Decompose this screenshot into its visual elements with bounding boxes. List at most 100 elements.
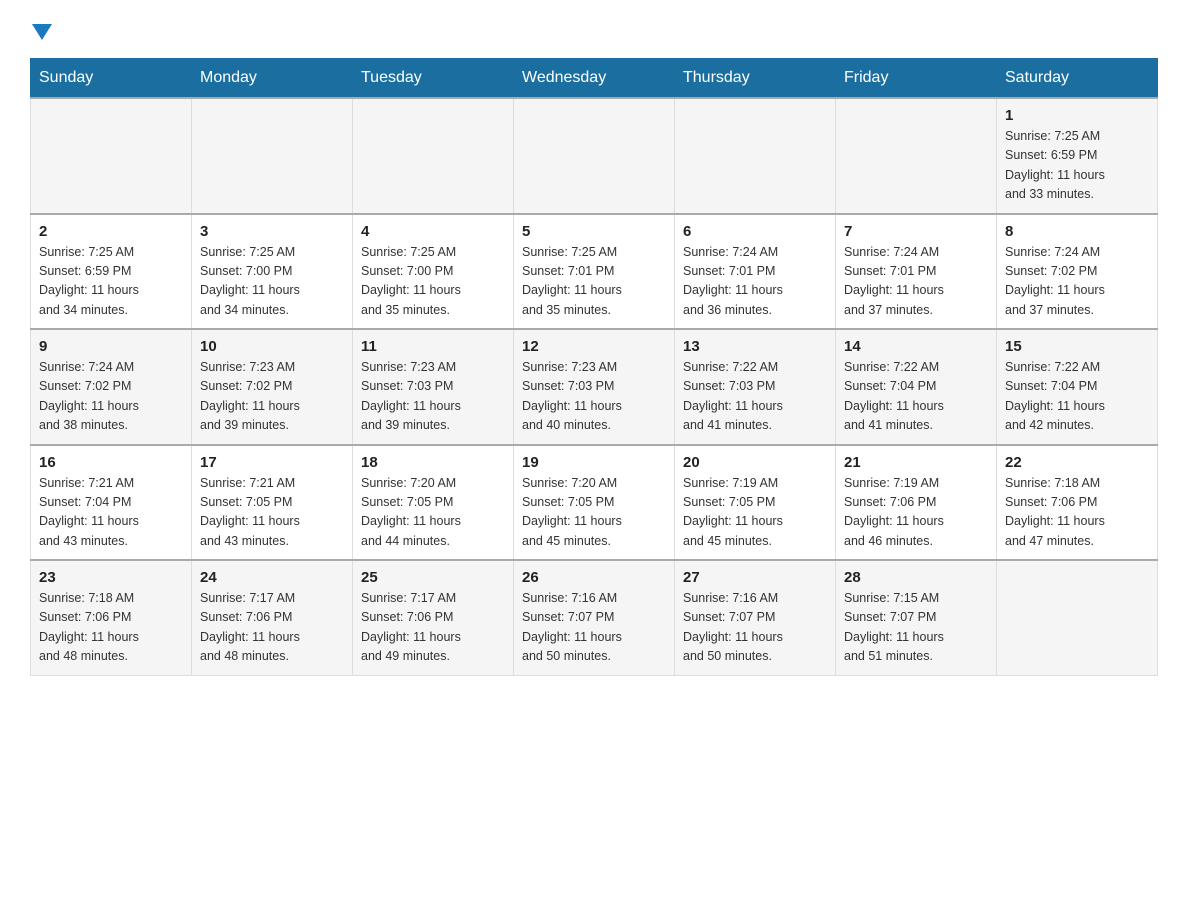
calendar-day-cell <box>997 560 1158 675</box>
calendar-day-cell: 25 Sunrise: 7:17 AM Sunset: 7:06 PM Dayli… <box>353 560 514 675</box>
calendar-day-cell: 15 Sunrise: 7:22 AM Sunset: 7:04 PM Dayli… <box>997 329 1158 445</box>
calendar-day-cell <box>675 98 836 214</box>
day-number: 5 <box>522 223 666 240</box>
day-info: Sunrise: 7:20 AM Sunset: 7:05 PM Dayligh… <box>361 474 505 552</box>
calendar-day-cell: 17 Sunrise: 7:21 AM Sunset: 7:05 PM Dayli… <box>192 445 353 561</box>
calendar-day-cell: 4Sunrise: 7:25 AM Sunset: 7:00 PM Daylig… <box>353 214 514 330</box>
day-info: Sunrise: 7:25 AM Sunset: 7:00 PM Dayligh… <box>361 243 505 321</box>
calendar-day-cell: 23 Sunrise: 7:18 AM Sunset: 7:06 PM Dayli… <box>31 560 192 675</box>
calendar-header-tuesday: Tuesday <box>353 59 514 99</box>
calendar-day-cell: 16 Sunrise: 7:21 AM Sunset: 7:04 PM Dayli… <box>31 445 192 561</box>
day-number: 13 <box>683 338 827 355</box>
day-info: Sunrise: 7:22 AM Sunset: 7:03 PM Dayligh… <box>683 358 827 436</box>
day-number: 27 <box>683 569 827 586</box>
calendar-day-cell: 24 Sunrise: 7:17 AM Sunset: 7:06 PM Dayli… <box>192 560 353 675</box>
day-number: 22 <box>1005 454 1149 471</box>
calendar-day-cell: 1 Sunrise: 7:25 AM Sunset: 6:59 PM Daylig… <box>997 98 1158 214</box>
calendar-day-cell: 3 Sunrise: 7:25 AM Sunset: 7:00 PM Daylig… <box>192 214 353 330</box>
day-info: Sunrise: 7:21 AM Sunset: 7:05 PM Dayligh… <box>200 474 344 552</box>
day-number: 3 <box>200 223 344 240</box>
day-info: Sunrise: 7:22 AM Sunset: 7:04 PM Dayligh… <box>844 358 988 436</box>
calendar-day-cell: 8 Sunrise: 7:24 AM Sunset: 7:02 PM Daylig… <box>997 214 1158 330</box>
day-number: 12 <box>522 338 666 355</box>
day-number: 1 <box>1005 107 1149 124</box>
calendar-day-cell <box>514 98 675 214</box>
calendar-day-cell: 2 Sunrise: 7:25 AM Sunset: 6:59 PM Daylig… <box>31 214 192 330</box>
day-info: Sunrise: 7:19 AM Sunset: 7:06 PM Dayligh… <box>844 474 988 552</box>
calendar-week-row: 23 Sunrise: 7:18 AM Sunset: 7:06 PM Dayli… <box>31 560 1158 675</box>
day-info: Sunrise: 7:22 AM Sunset: 7:04 PM Dayligh… <box>1005 358 1149 436</box>
day-number: 7 <box>844 223 988 240</box>
day-info: Sunrise: 7:24 AM Sunset: 7:01 PM Dayligh… <box>683 243 827 321</box>
day-info: Sunrise: 7:19 AM Sunset: 7:05 PM Dayligh… <box>683 474 827 552</box>
day-info: Sunrise: 7:25 AM Sunset: 6:59 PM Dayligh… <box>1005 127 1149 205</box>
calendar-day-cell: 9Sunrise: 7:24 AM Sunset: 7:02 PM Daylig… <box>31 329 192 445</box>
day-number: 2 <box>39 223 183 240</box>
day-number: 21 <box>844 454 988 471</box>
page-header <box>30 20 1158 38</box>
day-info: Sunrise: 7:20 AM Sunset: 7:05 PM Dayligh… <box>522 474 666 552</box>
calendar-header-sunday: Sunday <box>31 59 192 99</box>
day-info: Sunrise: 7:25 AM Sunset: 7:00 PM Dayligh… <box>200 243 344 321</box>
calendar-day-cell: 10Sunrise: 7:23 AM Sunset: 7:02 PM Dayli… <box>192 329 353 445</box>
calendar-day-cell <box>31 98 192 214</box>
calendar-day-cell: 26Sunrise: 7:16 AM Sunset: 7:07 PM Dayli… <box>514 560 675 675</box>
logo <box>30 20 52 38</box>
day-info: Sunrise: 7:25 AM Sunset: 7:01 PM Dayligh… <box>522 243 666 321</box>
calendar-day-cell: 13 Sunrise: 7:22 AM Sunset: 7:03 PM Dayli… <box>675 329 836 445</box>
calendar-day-cell <box>353 98 514 214</box>
day-number: 10 <box>200 338 344 355</box>
calendar-day-cell: 22 Sunrise: 7:18 AM Sunset: 7:06 PM Dayli… <box>997 445 1158 561</box>
day-info: Sunrise: 7:24 AM Sunset: 7:02 PM Dayligh… <box>1005 243 1149 321</box>
calendar-day-cell: 6 Sunrise: 7:24 AM Sunset: 7:01 PM Daylig… <box>675 214 836 330</box>
calendar-day-cell: 14 Sunrise: 7:22 AM Sunset: 7:04 PM Dayli… <box>836 329 997 445</box>
calendar-day-cell <box>192 98 353 214</box>
day-number: 17 <box>200 454 344 471</box>
calendar-table: SundayMondayTuesdayWednesdayThursdayFrid… <box>30 58 1158 676</box>
day-info: Sunrise: 7:17 AM Sunset: 7:06 PM Dayligh… <box>361 589 505 667</box>
day-info: Sunrise: 7:18 AM Sunset: 7:06 PM Dayligh… <box>39 589 183 667</box>
day-info: Sunrise: 7:18 AM Sunset: 7:06 PM Dayligh… <box>1005 474 1149 552</box>
calendar-day-cell: 21 Sunrise: 7:19 AM Sunset: 7:06 PM Dayli… <box>836 445 997 561</box>
day-number: 11 <box>361 338 505 355</box>
calendar-header-friday: Friday <box>836 59 997 99</box>
calendar-day-cell: 7 Sunrise: 7:24 AM Sunset: 7:01 PM Daylig… <box>836 214 997 330</box>
day-number: 19 <box>522 454 666 471</box>
calendar-header-saturday: Saturday <box>997 59 1158 99</box>
day-info: Sunrise: 7:21 AM Sunset: 7:04 PM Dayligh… <box>39 474 183 552</box>
day-number: 6 <box>683 223 827 240</box>
calendar-day-cell: 19 Sunrise: 7:20 AM Sunset: 7:05 PM Dayli… <box>514 445 675 561</box>
day-info: Sunrise: 7:24 AM Sunset: 7:01 PM Dayligh… <box>844 243 988 321</box>
day-info: Sunrise: 7:17 AM Sunset: 7:06 PM Dayligh… <box>200 589 344 667</box>
calendar-day-cell <box>836 98 997 214</box>
day-info: Sunrise: 7:16 AM Sunset: 7:07 PM Dayligh… <box>522 589 666 667</box>
calendar-header-thursday: Thursday <box>675 59 836 99</box>
calendar-header-row: SundayMondayTuesdayWednesdayThursdayFrid… <box>31 59 1158 99</box>
day-number: 8 <box>1005 223 1149 240</box>
day-info: Sunrise: 7:23 AM Sunset: 7:03 PM Dayligh… <box>361 358 505 436</box>
calendar-week-row: 9Sunrise: 7:24 AM Sunset: 7:02 PM Daylig… <box>31 329 1158 445</box>
day-number: 24 <box>200 569 344 586</box>
calendar-day-cell: 12Sunrise: 7:23 AM Sunset: 7:03 PM Dayli… <box>514 329 675 445</box>
calendar-week-row: 2 Sunrise: 7:25 AM Sunset: 6:59 PM Daylig… <box>31 214 1158 330</box>
day-info: Sunrise: 7:24 AM Sunset: 7:02 PM Dayligh… <box>39 358 183 436</box>
calendar-header-monday: Monday <box>192 59 353 99</box>
logo-triangle-icon <box>32 24 52 40</box>
calendar-day-cell: 20 Sunrise: 7:19 AM Sunset: 7:05 PM Dayli… <box>675 445 836 561</box>
calendar-header-wednesday: Wednesday <box>514 59 675 99</box>
day-number: 14 <box>844 338 988 355</box>
day-number: 20 <box>683 454 827 471</box>
calendar-day-cell: 5 Sunrise: 7:25 AM Sunset: 7:01 PM Daylig… <box>514 214 675 330</box>
day-info: Sunrise: 7:15 AM Sunset: 7:07 PM Dayligh… <box>844 589 988 667</box>
day-number: 23 <box>39 569 183 586</box>
day-number: 16 <box>39 454 183 471</box>
day-number: 18 <box>361 454 505 471</box>
calendar-week-row: 1 Sunrise: 7:25 AM Sunset: 6:59 PM Daylig… <box>31 98 1158 214</box>
calendar-day-cell: 27Sunrise: 7:16 AM Sunset: 7:07 PM Dayli… <box>675 560 836 675</box>
calendar-day-cell: 18 Sunrise: 7:20 AM Sunset: 7:05 PM Dayli… <box>353 445 514 561</box>
day-info: Sunrise: 7:25 AM Sunset: 6:59 PM Dayligh… <box>39 243 183 321</box>
day-number: 15 <box>1005 338 1149 355</box>
calendar-week-row: 16 Sunrise: 7:21 AM Sunset: 7:04 PM Dayli… <box>31 445 1158 561</box>
day-number: 25 <box>361 569 505 586</box>
day-number: 28 <box>844 569 988 586</box>
